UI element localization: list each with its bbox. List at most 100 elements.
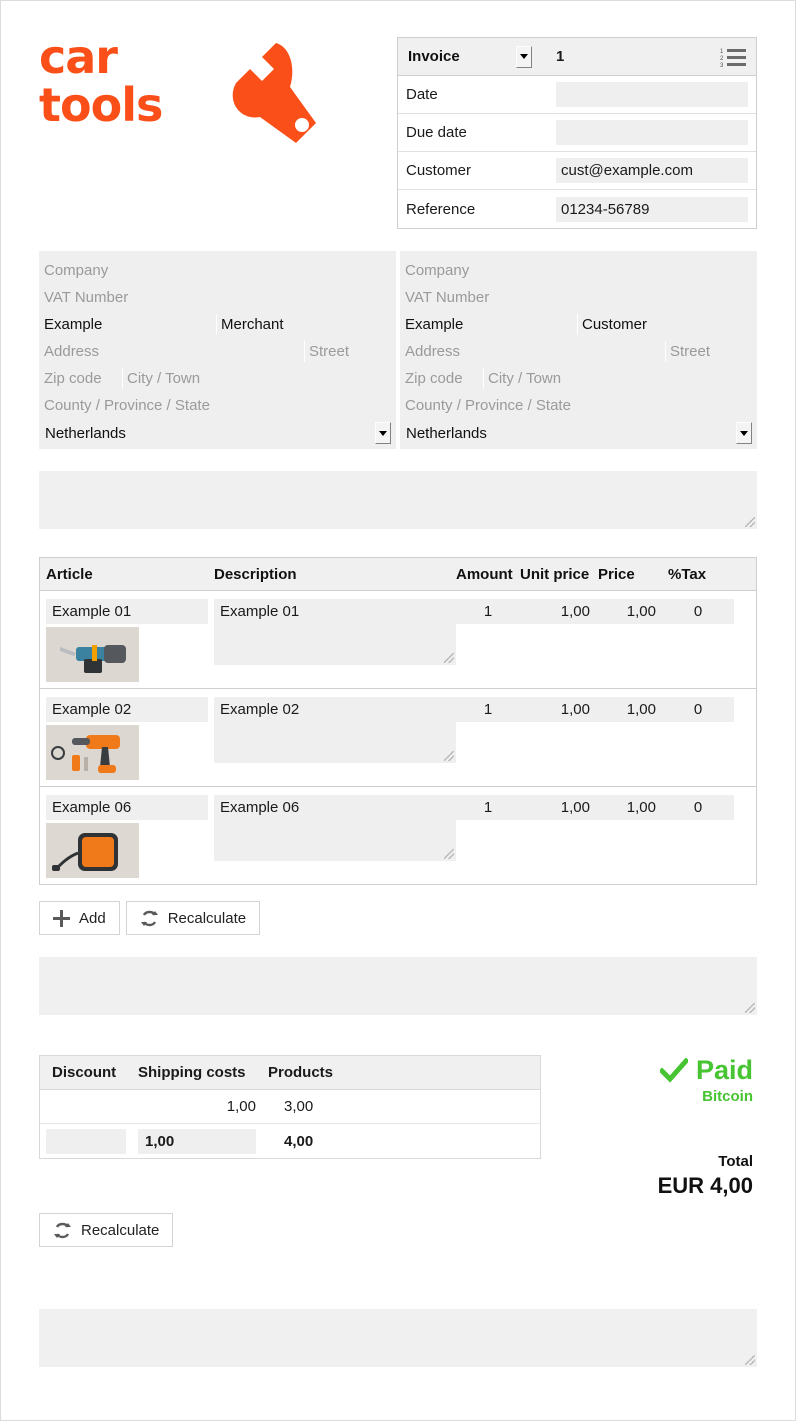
totals-section: Discount Shipping costs Products 1,00 3,…	[39, 1055, 757, 1199]
due-date-label: Due date	[406, 124, 467, 141]
svg-text:2: 2	[720, 56, 724, 62]
chevron-down-icon	[379, 430, 387, 436]
invoice-row-reference: Reference 01234-56789	[398, 190, 756, 228]
shipping-input[interactable]: 1,00	[138, 1128, 256, 1154]
customer-last-name-input[interactable]: Customer	[577, 314, 755, 335]
wrench-icon	[232, 43, 316, 143]
invoice-row-due-date: Due date	[398, 114, 756, 152]
column-header-amount: Amount	[456, 565, 513, 583]
discount-input[interactable]	[46, 1128, 126, 1154]
tax-input[interactable]: 0	[662, 795, 734, 820]
chevron-down-icon	[740, 430, 748, 436]
due-date-input[interactable]	[556, 120, 748, 145]
customer-country-select[interactable]: Netherlands	[402, 419, 755, 447]
customer-street-input[interactable]: Street	[665, 341, 755, 362]
payment-method: Bitcoin	[702, 1088, 753, 1105]
unit-price-input[interactable]: 1,00	[520, 795, 596, 820]
merchant-first-name-input[interactable]: Example	[40, 314, 216, 335]
customer-first-name-input[interactable]: Example	[401, 314, 577, 335]
merchant-zip-input[interactable]: Zip code	[40, 368, 122, 389]
invoice-row-customer: Customer cust@example.com	[398, 152, 756, 190]
recalculate-totals-button[interactable]: Recalculate	[39, 1213, 174, 1247]
numbered-list-icon[interactable]: 1 2 3	[720, 47, 746, 67]
recalculate-items-button[interactable]: Recalculate	[125, 901, 261, 935]
resize-handle-icon[interactable]	[444, 653, 454, 663]
customer-address-block: Company VAT Number Example Customer Addr…	[400, 251, 757, 449]
merchant-city-input[interactable]: City / Town	[122, 368, 394, 389]
column-header-description: Description	[214, 565, 297, 583]
product-image	[46, 725, 139, 780]
merchant-address-input[interactable]: Address	[40, 341, 304, 362]
customer-address-input[interactable]: Address	[401, 341, 665, 362]
reference-input[interactable]: 01234-56789	[556, 196, 748, 222]
price-value[interactable]: 1,00	[596, 697, 662, 722]
total-amount: EUR 4,00	[657, 1173, 753, 1198]
customer-company-input[interactable]: Company	[401, 260, 755, 281]
customer-country-dropdown-button[interactable]	[736, 422, 752, 444]
customer-city-input[interactable]: City / Town	[483, 368, 755, 389]
description-textarea[interactable]: Example 01	[214, 599, 456, 665]
totals-input-row: 1,00 4,00	[40, 1124, 540, 1158]
merchant-address-block: Company VAT Number Example Merchant Addr…	[39, 251, 396, 449]
amount-input[interactable]: 1	[456, 697, 520, 722]
article-input[interactable]: Example 02	[46, 697, 208, 722]
middle-notes-textarea[interactable]	[39, 957, 757, 1015]
document-type-select[interactable]	[516, 45, 532, 68]
merchant-vat-input[interactable]: VAT Number	[40, 287, 394, 308]
amount-input[interactable]: 1	[456, 599, 520, 624]
tax-input[interactable]: 0	[662, 697, 734, 722]
unit-price-input[interactable]: 1,00	[520, 697, 596, 722]
merchant-country-select[interactable]: Netherlands	[41, 419, 394, 447]
customer-label: Customer	[406, 162, 472, 179]
top-notes-textarea[interactable]	[39, 471, 757, 529]
date-input[interactable]	[556, 82, 748, 107]
customer-vat-input[interactable]: VAT Number	[401, 287, 755, 308]
resize-handle-icon[interactable]	[444, 751, 454, 761]
resize-handle-icon[interactable]	[745, 517, 755, 527]
merchant-street-input[interactable]: Street	[304, 341, 394, 362]
resize-handle-icon[interactable]	[745, 1355, 755, 1365]
article-input[interactable]: Example 06	[46, 795, 208, 820]
product-image	[46, 823, 139, 878]
column-header-discount: Discount	[52, 1064, 117, 1081]
customer-input[interactable]: cust@example.com	[556, 158, 748, 183]
invoice-number[interactable]: 1	[556, 48, 720, 65]
amount-input[interactable]: 1	[456, 795, 520, 820]
line-items-header: Article Description Amount Unit price Pr…	[39, 557, 757, 591]
invoice-details-panel: Invoice 1 1 2 3 Date Due date Customer c…	[397, 37, 757, 229]
line-items-table: Article Description Amount Unit price Pr…	[39, 557, 757, 885]
merchant-county-input[interactable]: County / Province / State	[40, 395, 394, 416]
article-input[interactable]: Example 01	[46, 599, 208, 624]
bottom-notes-textarea[interactable]	[39, 1309, 757, 1367]
customer-zip-input[interactable]: Zip code	[401, 368, 483, 389]
add-button[interactable]: Add	[39, 901, 120, 935]
merchant-last-name-input[interactable]: Merchant	[216, 314, 394, 335]
refresh-icon	[140, 910, 158, 926]
table-row: Example 06 Example 06 1 1,00 1,00 0	[39, 787, 757, 885]
column-header-unit-price: Unit price	[520, 565, 590, 583]
chevron-down-icon	[520, 54, 528, 59]
resize-handle-icon[interactable]	[444, 849, 454, 859]
check-icon	[659, 1057, 688, 1083]
customer-county-input[interactable]: County / Province / State	[401, 395, 755, 416]
price-value[interactable]: 1,00	[596, 599, 662, 624]
totals-summary-row: 1,00 3,00	[40, 1090, 540, 1124]
unit-price-input[interactable]: 1,00	[520, 599, 596, 624]
merchant-company-input[interactable]: Company	[40, 260, 394, 281]
refresh-icon	[54, 1222, 71, 1238]
products-total: 4,00	[284, 1132, 314, 1150]
totals-actions: Recalculate	[39, 1213, 757, 1247]
status-badge: Paid	[695, 1055, 753, 1085]
description-textarea[interactable]: Example 06	[214, 795, 456, 861]
price-value[interactable]: 1,00	[596, 795, 662, 820]
tax-input[interactable]: 0	[662, 599, 734, 624]
total-label: Total	[718, 1153, 753, 1170]
column-header-products: Products	[268, 1064, 334, 1081]
merchant-country-dropdown-button[interactable]	[375, 422, 391, 444]
merchant-country-value: Netherlands	[45, 424, 126, 442]
add-button-label: Add	[79, 909, 106, 927]
recalculate-totals-label: Recalculate	[81, 1221, 160, 1239]
resize-handle-icon[interactable]	[745, 1003, 755, 1013]
plus-icon	[53, 909, 70, 927]
description-textarea[interactable]: Example 02	[214, 697, 456, 763]
